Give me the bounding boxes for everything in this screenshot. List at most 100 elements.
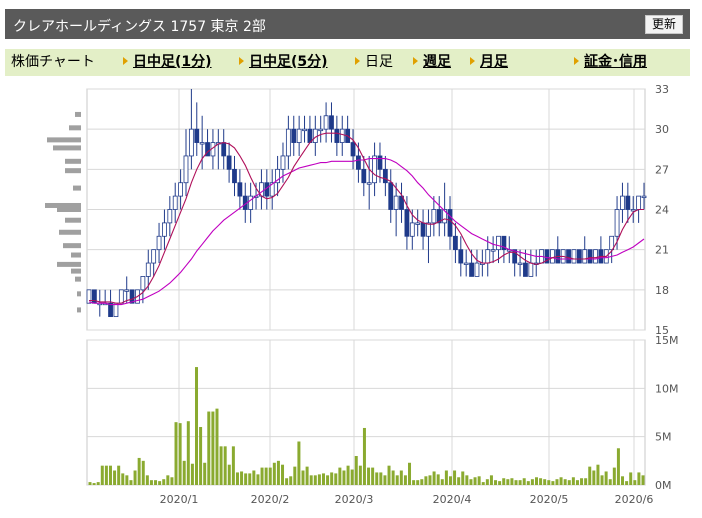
volume-bar — [113, 470, 117, 485]
volume-bar — [428, 475, 432, 485]
volume-bar — [158, 481, 162, 485]
volume-bar — [432, 471, 436, 485]
volume-bar — [485, 479, 489, 485]
volume-bar — [600, 475, 604, 485]
volume-bar — [522, 478, 526, 485]
volume-bar — [580, 478, 584, 485]
volume-bar — [235, 472, 239, 485]
price-tick-label: 18 — [655, 284, 669, 297]
volume-bar — [555, 479, 559, 485]
volume-tick-label: 5M — [655, 431, 672, 444]
volume-bar — [141, 460, 145, 485]
volume-bar — [526, 481, 530, 485]
volume-profile-bar — [75, 276, 81, 282]
candle-body — [118, 289, 124, 304]
candle-body — [517, 262, 523, 265]
candle-body — [280, 155, 286, 170]
volume-bar — [92, 483, 96, 485]
x-tick-label: 2020/1 — [160, 493, 199, 506]
candle-body — [404, 209, 410, 237]
volume-bar — [596, 464, 600, 485]
volume-bar — [571, 477, 575, 485]
volume-bar — [567, 480, 571, 485]
candle-body — [162, 222, 167, 237]
volume-bar — [330, 472, 334, 485]
volume-bar — [584, 478, 588, 485]
volume-bar — [453, 470, 457, 485]
volume-bar — [264, 467, 268, 485]
volume-bar — [457, 477, 461, 485]
price-tick-label: 21 — [655, 244, 669, 257]
candle-body — [296, 128, 302, 143]
volume-bar — [358, 465, 362, 485]
candle-body — [237, 182, 243, 197]
candle-body — [221, 142, 227, 157]
volume-bar — [305, 466, 309, 485]
volume-tick-label: 15M — [655, 334, 679, 347]
candle-body — [641, 195, 647, 199]
candle-body — [178, 182, 184, 197]
volume-bar — [616, 448, 620, 485]
candle-body — [188, 128, 194, 157]
volume-bar — [272, 462, 276, 485]
volume-bar — [100, 465, 104, 485]
volume-bar — [317, 474, 321, 485]
volume-bar — [420, 479, 424, 485]
candle-body — [156, 235, 162, 251]
candle-body — [593, 249, 598, 264]
volume-profile-bar — [65, 158, 81, 164]
volume-bar — [182, 460, 186, 485]
volume-bar — [465, 475, 469, 485]
volume-bar — [186, 421, 190, 485]
volume-bar — [174, 422, 178, 485]
volume-profile-bar — [47, 137, 81, 143]
volume-profile-bar — [57, 261, 81, 267]
price-tick-label: 27 — [655, 163, 669, 176]
candle-body — [393, 195, 399, 210]
volume-bar — [195, 367, 199, 485]
candle-body — [339, 128, 345, 143]
candle-body — [469, 262, 474, 277]
volume-bar — [268, 467, 272, 485]
volume-bar — [469, 479, 473, 485]
volume-bar — [551, 481, 555, 485]
volume-bar — [448, 476, 452, 485]
volume-bar — [129, 480, 133, 485]
volume-bar — [387, 465, 391, 485]
candle-body — [248, 195, 254, 210]
volume-bar — [547, 480, 551, 485]
volume-bar — [104, 465, 108, 485]
volume-tick-label: 10M — [655, 382, 679, 395]
volume-bar — [604, 471, 608, 485]
volume-bar — [412, 480, 416, 485]
volume-bar — [444, 470, 448, 485]
candle-body — [350, 142, 356, 157]
volume-bar — [625, 481, 629, 485]
volume-bar — [285, 478, 289, 485]
volume-bar — [227, 464, 231, 485]
candle-body — [113, 302, 119, 318]
candle-body — [420, 222, 426, 237]
volume-bar — [338, 467, 342, 485]
volume-plot-area — [86, 339, 646, 486]
volume-bar — [641, 475, 645, 485]
volume-bar — [489, 475, 493, 485]
price-tick-label: 33 — [655, 83, 669, 96]
volume-bar — [559, 477, 563, 485]
price-tick-label: 24 — [655, 204, 669, 217]
candle-body — [496, 235, 501, 251]
volume-bar — [154, 480, 158, 485]
candle-body — [474, 262, 480, 277]
candle-body — [415, 222, 421, 225]
candle-body — [356, 155, 361, 170]
volume-bar — [375, 472, 379, 485]
candle-body — [366, 182, 372, 185]
candle-body — [167, 209, 173, 224]
volume-bar — [371, 467, 375, 485]
x-tick-label: 2020/3 — [335, 493, 374, 506]
candle-body — [453, 235, 458, 251]
volume-bar — [383, 475, 387, 485]
candle-body — [232, 168, 237, 184]
candle-body — [582, 249, 588, 264]
volume-bar — [494, 480, 498, 485]
